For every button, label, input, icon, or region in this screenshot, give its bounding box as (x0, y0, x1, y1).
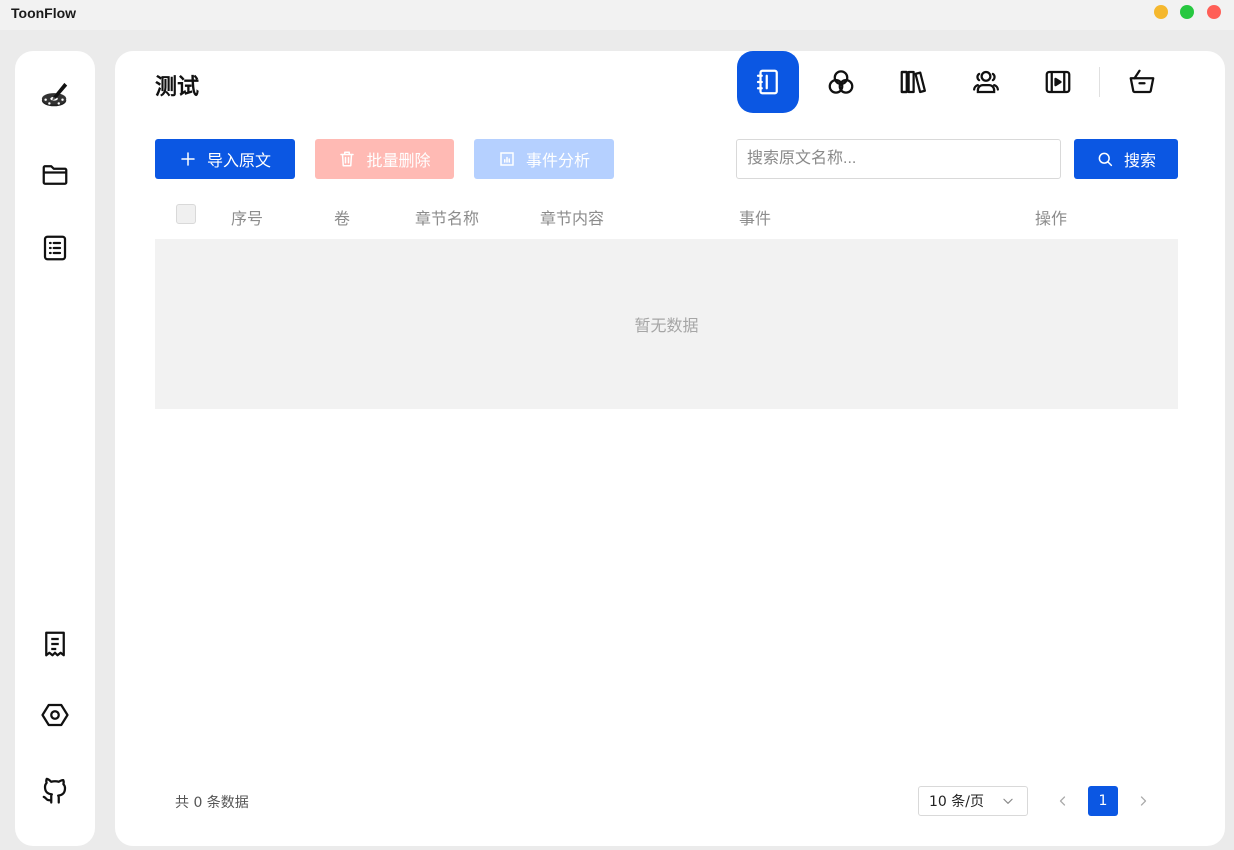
trash-icon (340, 151, 355, 167)
close-button[interactable] (1207, 5, 1221, 19)
page-size-value: 10 条/页 (929, 794, 984, 810)
settings-hexagon-icon[interactable] (38, 698, 72, 732)
shopping-basket-icon (1129, 69, 1155, 94)
column-header-actions: 操作 (1035, 209, 1068, 228)
users-icon (973, 70, 999, 94)
maximize-button[interactable] (1180, 5, 1194, 19)
folder-icon (42, 165, 68, 185)
column-header-index: 序号 (231, 209, 264, 228)
tab-users[interactable] (955, 51, 1017, 113)
tab-divider (1099, 67, 1100, 97)
analysis-icon (500, 152, 514, 166)
title-bar: ToonFlow (0, 0, 1234, 30)
tab-notebook[interactable] (737, 51, 799, 113)
app-title: ToonFlow (11, 5, 77, 21)
table-header: 序号 卷 章节名称 章节内容 事件 操作 (155, 197, 1178, 239)
sidebar (15, 51, 95, 846)
minimize-button[interactable] (1154, 5, 1168, 19)
search-label: 搜索 (1123, 151, 1156, 170)
chevron-left-icon (1059, 796, 1066, 806)
prev-page-button[interactable] (1054, 791, 1072, 811)
github-icon (42, 777, 67, 804)
chevron-right-icon (1140, 796, 1147, 806)
column-header-chapter-content: 章节内容 (540, 209, 605, 228)
chevron-down-icon (1003, 798, 1013, 804)
import-label: 导入原文 (206, 151, 271, 170)
next-page-button[interactable] (1134, 791, 1152, 811)
import-button[interactable]: 导入原文 (155, 139, 295, 179)
column-header-events: 事件 (739, 209, 772, 228)
search-icon (1098, 152, 1113, 167)
folder-icon[interactable] (38, 158, 72, 192)
library-icon (900, 70, 926, 94)
total-count: 共 0 条数据 (175, 795, 249, 811)
notebook-icon (756, 69, 778, 95)
list-icon (43, 235, 67, 261)
logo-icon[interactable] (38, 78, 72, 112)
list-icon[interactable] (38, 231, 72, 265)
search-button[interactable]: 搜索 (1074, 139, 1178, 179)
batch-delete-button[interactable]: 批量删除 (315, 139, 454, 179)
table-empty-state: 暂无数据 (155, 239, 1178, 409)
circles-icon (828, 70, 854, 94)
logo-icon (41, 82, 68, 107)
tab-library[interactable] (882, 51, 944, 113)
column-header-chapter-name: 章节名称 (415, 209, 480, 228)
tab-basket[interactable] (1111, 51, 1173, 113)
receipt-icon (45, 631, 65, 657)
settings-hexagon-icon (41, 703, 69, 727)
receipt-icon[interactable] (38, 627, 72, 661)
tab-video[interactable] (1027, 51, 1089, 113)
github-icon[interactable] (38, 773, 72, 807)
page-title: 测试 (155, 75, 200, 100)
page-number-current[interactable]: 1 (1088, 786, 1118, 816)
empty-text: 暂无数据 (634, 316, 699, 335)
column-header-volume: 卷 (334, 209, 351, 228)
select-all-checkbox[interactable] (176, 204, 196, 224)
video-icon (1045, 70, 1071, 94)
event-analysis-button[interactable]: 事件分析 (474, 139, 614, 179)
event-analysis-label: 事件分析 (525, 151, 590, 170)
batch-delete-label: 批量删除 (366, 151, 431, 170)
tab-circles[interactable] (810, 51, 872, 113)
search-input[interactable] (736, 139, 1061, 179)
page-size-select[interactable]: 10 条/页 (918, 786, 1028, 816)
plus-icon (181, 152, 195, 166)
main-panel: 测试 导入原文 批量删除 事件分析 搜索原文名称... 搜索 序号 卷 章节名称… (115, 51, 1225, 846)
